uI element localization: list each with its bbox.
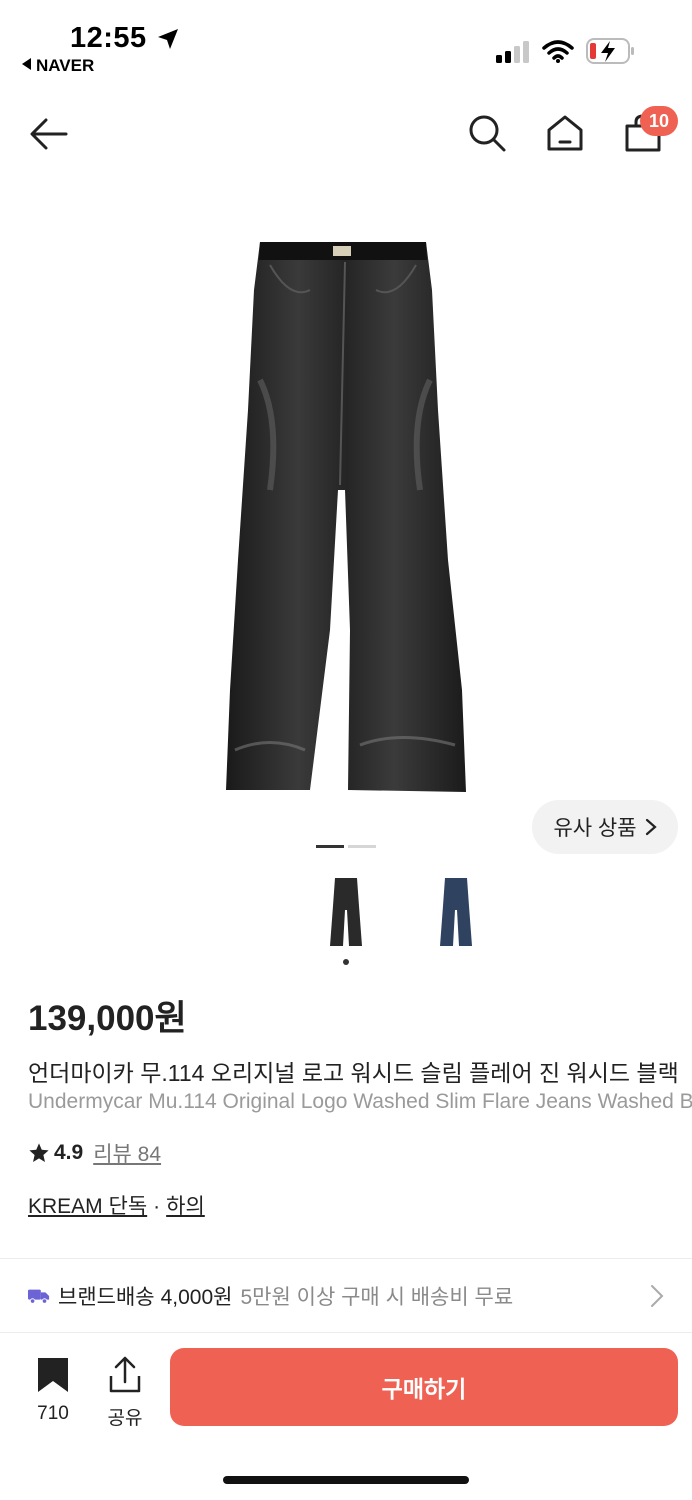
status-time: 12:55 [70,22,147,54]
wifi-icon [542,40,574,63]
share-icon [109,1356,141,1393]
top-nav: 10 [0,100,692,170]
share-button[interactable]: 공유 [100,1356,150,1430]
status-bar: 12:55 NAVER [0,0,692,88]
shipping-info-row[interactable]: 브랜드배송 4,000원 5만원 이상 구매 시 배송비 무료 [0,1260,692,1332]
buy-button[interactable]: 구매하기 [170,1348,678,1426]
kream-exclusive-link[interactable]: KREAM 단독 [28,1195,147,1218]
divider [0,1332,692,1333]
cellular-signal-icon [496,41,529,63]
bookmark-button[interactable]: 710 [28,1356,78,1425]
rating-row: 4.9 리뷰 84 [28,1138,161,1168]
jeans-black-thumbnail-icon [330,878,362,946]
chevron-right-icon [651,1285,664,1307]
bottom-action-bar: 710 공유 구매하기 [0,1334,692,1444]
pager-dot [348,845,376,848]
cart-count-badge: 10 [640,106,678,136]
product-image-jeans[interactable] [200,230,490,810]
back-app-label: NAVER [36,56,95,75]
divider [0,1258,692,1259]
jeans-blue-thumbnail-icon [440,878,472,946]
home-indicator[interactable] [223,1476,469,1484]
thumbnail-washed-black[interactable] [320,870,372,954]
category-link[interactable]: 하의 [166,1195,205,1218]
shipping-fee: 4,000원 [160,1286,233,1309]
battery-charging-icon [586,38,634,64]
search-icon[interactable] [466,112,508,154]
color-thumbnails [320,870,482,954]
image-pager [316,845,376,848]
back-arrow-icon[interactable] [28,114,70,154]
truck-icon [28,1289,50,1304]
bookmark-count: 710 [37,1403,69,1424]
review-link[interactable]: 리뷰 84 [93,1138,161,1168]
similar-products-button[interactable]: 유사 상품 [532,800,678,854]
back-to-app-link[interactable]: NAVER [22,56,94,76]
category-row: KREAM 단독 · 하의 [28,1190,205,1220]
category-separator: · [153,1195,161,1218]
location-arrow-icon [158,29,178,49]
product-title-english: Undermycar Mu.114 Original Logo Washed S… [28,1090,692,1113]
product-title-korean: 언더마이카 무.114 오리지널 로고 워시드 슬림 플레어 진 워시드 블랙 [28,1060,679,1086]
chevron-right-icon [645,818,657,836]
thumbnail-washed-blue[interactable] [430,870,482,954]
selected-thumbnail-indicator [343,959,349,965]
product-price: 139,000원 [28,999,187,1038]
shipping-brand-label: 브랜드배송 [58,1286,155,1309]
similar-products-label: 유사 상품 [553,817,637,840]
rating-score: 4.9 [54,1141,84,1164]
bookmark-icon [38,1358,68,1392]
share-label: 공유 [107,1408,143,1429]
home-icon[interactable] [544,112,586,154]
pager-dot-active [316,845,344,848]
back-triangle-icon [22,58,31,70]
star-icon [29,1143,49,1162]
shipping-free-note: 5만원 이상 구매 시 배송비 무료 [240,1286,514,1309]
